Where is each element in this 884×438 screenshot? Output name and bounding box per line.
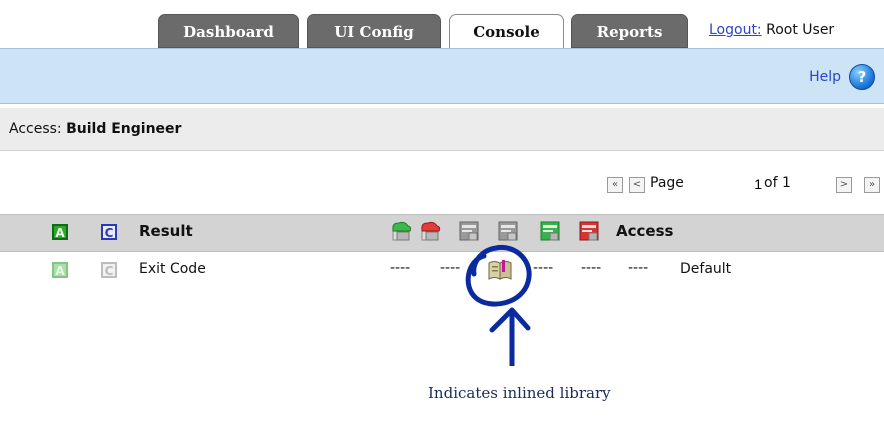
table-header-row [0, 214, 884, 252]
prev-page-button[interactable]: < [629, 177, 645, 193]
green-cloud-icon[interactable] [390, 220, 412, 242]
last-page-button[interactable]: » [864, 177, 880, 193]
red-form-icon[interactable] [578, 220, 600, 242]
annotation-box [428, 366, 722, 438]
tab-dashboard[interactable]: Dashboard [158, 14, 299, 48]
tab-ui-config[interactable]: UI Config [307, 14, 441, 48]
row-cell: ---- [628, 260, 649, 276]
header-bar [0, 48, 884, 104]
next-page-button[interactable]: > [836, 177, 852, 193]
access-line: Access: Build Engineer [9, 121, 181, 137]
annotation-text: Indicates inlined library [428, 384, 611, 402]
tab-reports[interactable]: Reports [571, 14, 688, 48]
page-input[interactable] [710, 173, 764, 195]
access-header: Access [616, 222, 674, 240]
row-access: Default [680, 261, 732, 277]
help-icon[interactable]: ? [849, 64, 875, 90]
logout-link[interactable]: Logout: [709, 22, 762, 38]
header-letter-a[interactable]: A [52, 224, 68, 240]
user-name: Root User [766, 22, 835, 38]
result-header: Result [139, 222, 193, 240]
header-letter-c[interactable]: C [101, 224, 117, 240]
page-of-label: of 1 [764, 175, 791, 191]
row-letter-a[interactable]: A [52, 262, 68, 278]
red-cloud-icon[interactable] [419, 220, 441, 242]
help-label[interactable]: Help [809, 69, 841, 85]
page-label: Page [650, 175, 684, 191]
tab-console[interactable]: Console [449, 14, 564, 50]
access-prefix: Access: [9, 121, 62, 137]
row-name: Exit Code [139, 261, 206, 277]
annotation-circle-arrow [465, 244, 532, 368]
help-link[interactable]: Help ? [809, 64, 875, 90]
user-area: Logout: Root User [709, 22, 834, 38]
first-page-button[interactable]: « [607, 177, 623, 193]
row-letter-c[interactable]: C [101, 262, 117, 278]
access-role: Build Engineer [66, 121, 182, 137]
row-cell: ---- [581, 260, 602, 276]
row-cell: ---- [390, 260, 411, 276]
